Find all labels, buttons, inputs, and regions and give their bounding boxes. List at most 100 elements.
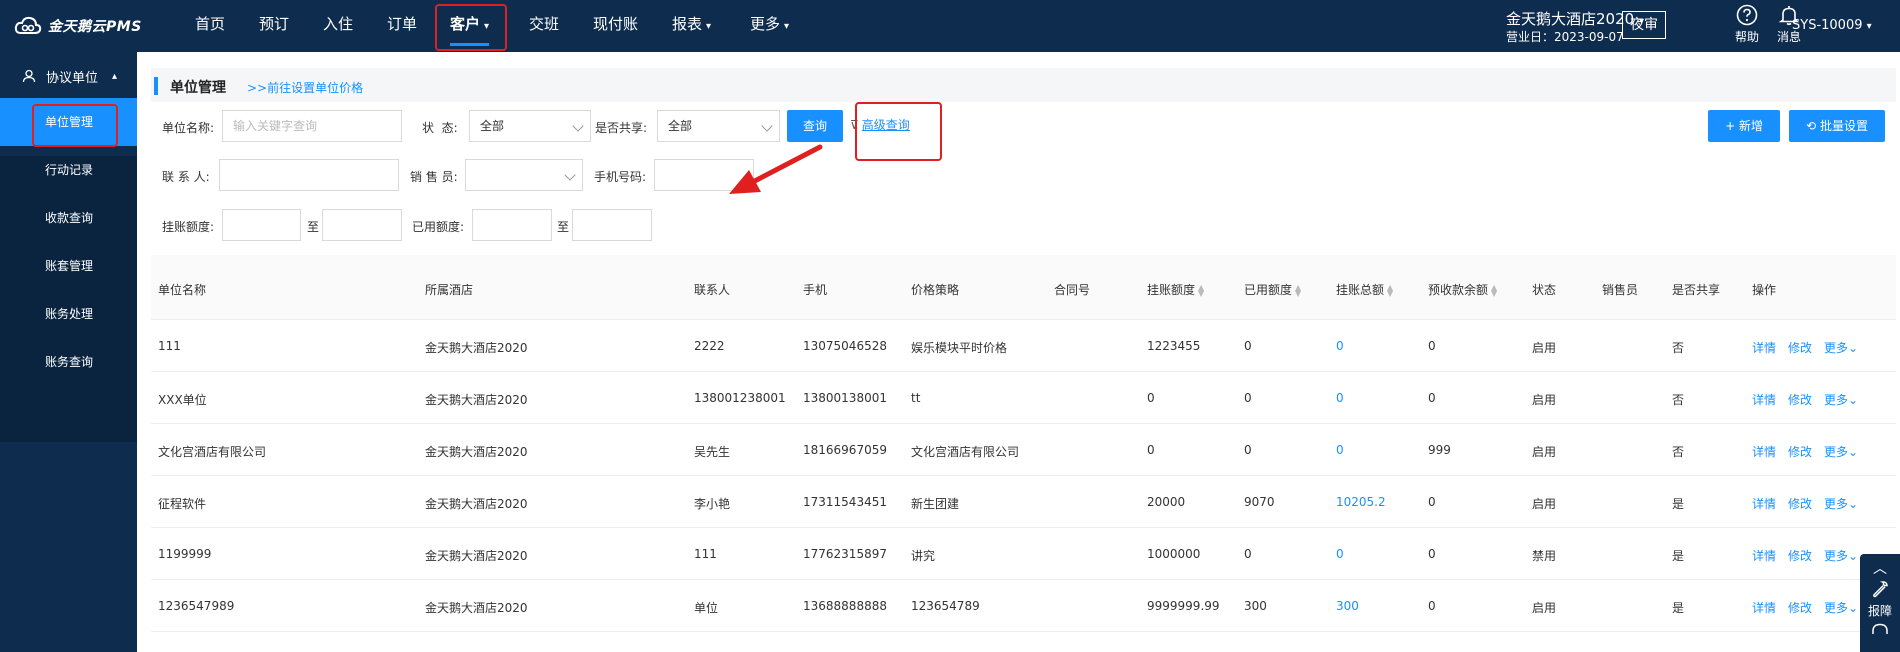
detail-link[interactable]: 详情 [1752,339,1776,356]
cell-total-charged-link[interactable]: 0 [1336,443,1344,457]
sidebar-item-action-records[interactable]: 行动记录 [0,146,137,194]
sales-select[interactable] [465,159,583,191]
cell-contact: 138001238001 [694,391,786,405]
cell-hotel: 金天鹅大酒店2020 [425,393,528,407]
chevron-down-icon: ▾ [484,21,490,32]
user-menu[interactable]: SYS-10009 ▾ [1792,18,1872,33]
sidebar: 协议单位 ▴ 单位管理 行动记录 收款查询 账套管理 账务处理 账务查询 [0,52,137,652]
chevron-up-icon[interactable]: ︿ [1860,558,1900,578]
used-limit-max-input[interactable] [572,209,652,241]
page-header: 单位管理 >>前往设置单位价格 [151,68,1896,102]
table-header: 单位名称 所属酒店 联系人 手机 价格策略 合同号 挂账额度 ▲ ▼ 已用额度 ▲ ▼ … [151,255,1896,320]
sidebar-section-agreement-units[interactable]: 协议单位 ▴ [0,58,137,94]
nav-orders[interactable]: 订单 [387,0,417,52]
sidebar-item-unit-management[interactable]: 单位管理 [0,98,137,146]
sort-icon[interactable]: ▲ ▼ [1198,283,1204,297]
table-row: 文化宫酒店有限公司 金天鹅大酒店2020 吴先生 18166967059 文化宫… [151,424,1896,476]
edit-link[interactable]: 修改 [1788,391,1812,408]
nav-customers[interactable]: 客户 ▾ [450,0,490,52]
night-audit-button[interactable]: 夜审 [1622,11,1666,39]
shared-select[interactable]: 全部 [657,110,780,142]
shared-label: 是否共享: [595,121,648,135]
chevron-down-icon: ⌄ [1848,549,1859,563]
query-button[interactable]: 查询 [787,110,843,142]
edit-link[interactable]: 修改 [1788,547,1812,564]
col-prepaid-balance[interactable]: 预收款余额 ▲ ▼ [1428,281,1497,298]
sidebar-item-label: 行动记录 [45,163,94,177]
more-dropdown[interactable]: 更多⌄ [1824,495,1858,512]
detail-link[interactable]: 详情 [1752,443,1776,460]
sort-icon[interactable]: ▲ ▼ [1387,283,1393,297]
edit-link[interactable]: 修改 [1788,599,1812,616]
detail-link[interactable]: 详情 [1752,391,1776,408]
cell-shared: 是 [1672,497,1685,511]
sidebar-item-label: 账套管理 [45,259,94,273]
cell-credit-limit: 0 [1147,391,1155,405]
table-row: XXX单位 金天鹅大酒店2020 138001238001 1380013800… [151,372,1896,424]
edit-link[interactable]: 修改 [1788,339,1812,356]
batch-settings-button[interactable]: ⟲ 批量设置 [1789,110,1885,142]
edit-link[interactable]: 修改 [1788,495,1812,512]
cell-status: 启用 [1532,497,1557,511]
chevron-down-icon: ⌄ [1848,601,1859,615]
used-limit-min-input[interactable] [472,209,552,241]
user-icon [22,69,36,83]
sort-icon[interactable]: ▲ ▼ [1295,283,1301,297]
cell-total-charged-link[interactable]: 300 [1336,599,1359,613]
nav-checkin[interactable]: 入住 [323,0,353,52]
col-contact: 联系人 [694,283,731,297]
detail-link[interactable]: 详情 [1752,547,1776,564]
cell-total-charged-link[interactable]: 10205.2 [1336,495,1386,509]
nav-home[interactable]: 首页 [195,0,225,52]
nav-more[interactable]: 更多 ▾ [750,0,789,52]
chevron-down-icon: ⌄ [1848,393,1859,407]
col-total-charged[interactable]: 挂账总额 ▲ ▼ [1336,281,1393,298]
sidebar-item-label: 账务处理 [45,307,94,321]
cell-total-charged-link[interactable]: 0 [1336,339,1344,353]
col-credit-limit[interactable]: 挂账额度 ▲ ▼ [1147,281,1204,298]
nav-shift[interactable]: 交班 [529,0,559,52]
more-dropdown[interactable]: 更多⌄ [1824,443,1858,460]
edit-link[interactable]: 修改 [1788,443,1812,460]
help-button[interactable]: 帮助 [1727,4,1767,45]
cell-hotel: 金天鹅大酒店2020 [425,549,528,563]
cell-used-limit: 0 [1244,339,1252,353]
cell-prepaid-balance: 0 [1428,547,1436,561]
col-used-limit[interactable]: 已用额度 ▲ ▼ [1244,281,1301,298]
unit-name-input[interactable]: 输入关键字查询 [222,110,402,142]
detail-link[interactable]: 详情 [1752,495,1776,512]
status-select[interactable]: 全部 [469,110,591,142]
sidebar-item-account-query[interactable]: 账务查询 [0,338,137,386]
cell-phone: 13075046528 [803,339,887,353]
more-dropdown[interactable]: 更多⌄ [1824,599,1858,616]
report-issue-widget[interactable]: ︿ 报障 [1860,554,1900,652]
table-row: 1236547989 金天鹅大酒店2020 单位 13688888888 123… [151,580,1896,632]
sidebar-item-account-processing[interactable]: 账务处理 [0,290,137,338]
sort-icon[interactable]: ▲ ▼ [1491,283,1497,297]
sidebar-item-payment-query[interactable]: 收款查询 [0,194,137,242]
sidebar-item-account-sets[interactable]: 账套管理 [0,242,137,290]
detail-link[interactable]: 详情 [1752,599,1776,616]
credit-limit-min-input[interactable] [222,209,301,241]
table-row: 111 金天鹅大酒店2020 2222 13075046528 娱乐模块平时价格… [151,320,1896,372]
logo[interactable]: 金天鹅云PMS [14,14,142,38]
sidebar-section-label: 协议单位 [46,70,99,86]
cell-price-policy: 娱乐模块平时价格 [911,341,1008,355]
set-unit-price-link[interactable]: >>前往设置单位价格 [247,79,363,96]
cell-unit-name: 1236547989 [158,599,235,613]
cell-total-charged-link[interactable]: 0 [1336,547,1344,561]
cell-prepaid-balance: 0 [1428,495,1436,509]
more-dropdown[interactable]: 更多⌄ [1824,339,1858,356]
more-dropdown[interactable]: 更多⌄ [1824,391,1858,408]
nav-reports[interactable]: 报表 ▾ [672,0,711,52]
contact-input[interactable] [219,159,399,191]
nav-cash-account[interactable]: 现付账 [593,0,638,52]
credit-limit-max-input[interactable] [322,209,402,241]
brand-name: 金天鹅云PMS [48,19,142,35]
more-dropdown[interactable]: 更多⌄ [1824,547,1858,564]
advanced-query-link[interactable]: ⊽ 高级查询 [850,116,910,133]
add-button[interactable]: + 新增 [1708,110,1780,142]
nav-reservation[interactable]: 预订 [259,0,289,52]
cell-price-policy: 123654789 [911,599,980,613]
cell-total-charged-link[interactable]: 0 [1336,391,1344,405]
